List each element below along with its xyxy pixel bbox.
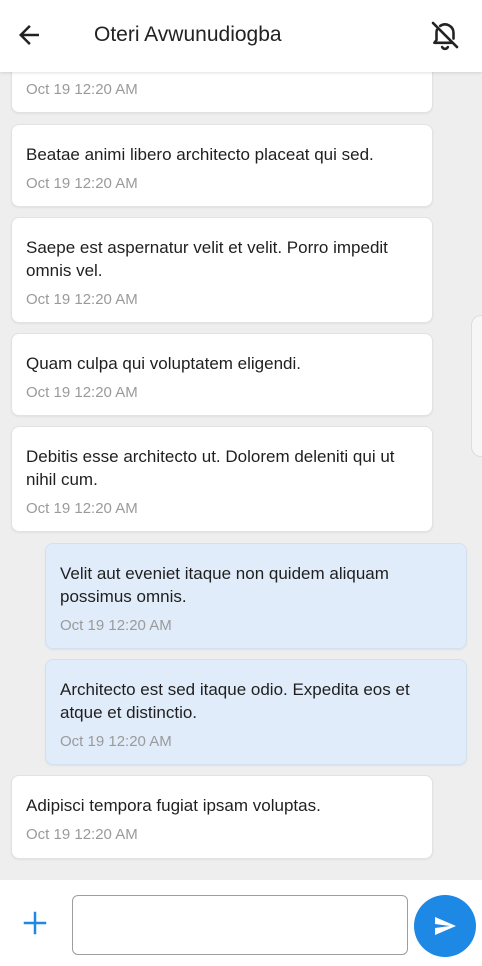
- message-bubble-received: Debitis esse architecto ut. Dolorem dele…: [11, 426, 433, 532]
- message-timestamp: Oct 19 12:20 AM: [60, 617, 172, 634]
- message-text: Beatae animi libero architecto placeat q…: [26, 145, 374, 164]
- message-text: Saepe est aspernatur velit et velit. Por…: [26, 238, 388, 280]
- arrow-left-icon: [19, 25, 39, 45]
- message-bubble-sent: Velit aut eveniet itaque non quidem aliq…: [45, 543, 467, 649]
- message-text: Adipisci tempora fugiat ipsam voluptas.: [26, 796, 321, 815]
- message-timestamp: Oct 19 12:20 AM: [26, 500, 138, 517]
- message-text: Quam culpa qui voluptatem eligendi.: [26, 354, 301, 373]
- message-text: Velit aut eveniet itaque non quidem aliq…: [60, 564, 389, 606]
- message-timestamp: Oct 19 12:20 AM: [26, 826, 138, 843]
- message-bubble-received: Quam culpa qui voluptatem eligendi. Oct …: [11, 333, 433, 416]
- message-input[interactable]: [72, 895, 408, 955]
- message-timestamp: Oct 19 12:20 AM: [26, 81, 138, 98]
- message-bubble-received: Adipisci tempora fugiat ipsam voluptas. …: [11, 775, 433, 859]
- attach-button[interactable]: [20, 908, 50, 938]
- mute-notifications-button[interactable]: [428, 18, 462, 52]
- bell-off-icon: [431, 21, 459, 51]
- message-timestamp: Oct 19 12:20 AM: [26, 384, 138, 401]
- message-text: Architecto est sed itaque odio. Expedita…: [60, 680, 410, 722]
- message-timestamp: Oct 19 12:20 AM: [60, 733, 172, 750]
- conversation-title: Oteri Avwunudiogba: [94, 23, 282, 46]
- message-text: Debitis esse architecto ut. Dolorem dele…: [26, 447, 395, 489]
- send-button[interactable]: [414, 895, 476, 957]
- message-timestamp: Oct 19 12:20 AM: [26, 175, 138, 192]
- side-panel-handle[interactable]: [471, 315, 482, 457]
- message-bubble-received: Beatae animi libero architecto placeat q…: [11, 124, 433, 207]
- message-composer: [0, 880, 482, 966]
- message-bubble-received: Saepe est aspernatur velit et velit. Por…: [11, 217, 433, 323]
- app-bar: Oteri Avwunudiogba: [0, 0, 482, 72]
- back-button[interactable]: [14, 20, 44, 50]
- message-bubble-sent: Architecto est sed itaque odio. Expedita…: [45, 659, 467, 765]
- send-icon: [435, 917, 456, 935]
- message-timestamp: Oct 19 12:20 AM: [26, 291, 138, 308]
- plus-icon: [23, 911, 47, 935]
